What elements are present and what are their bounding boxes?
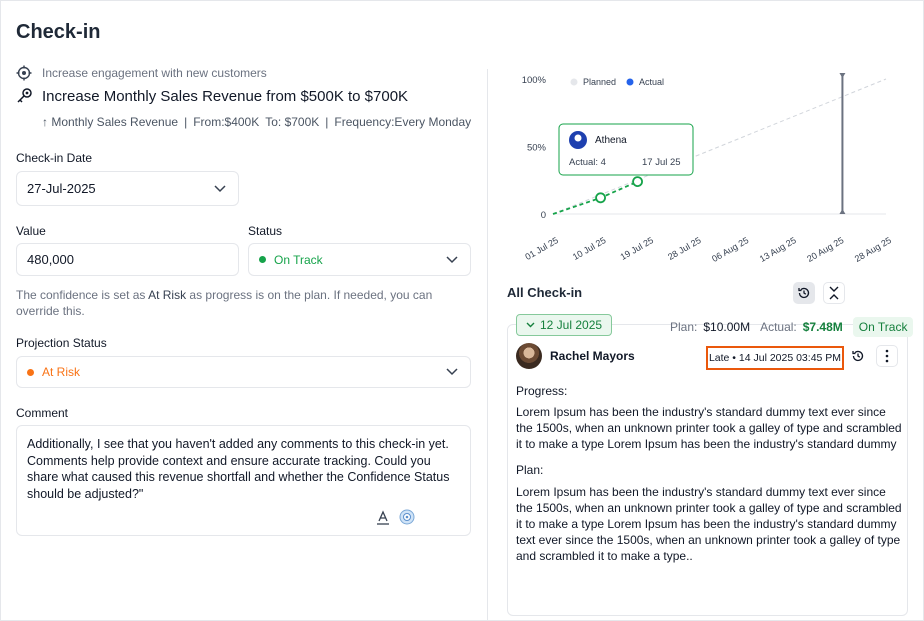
x-tick-label: 28 Jul 25 xyxy=(666,235,703,262)
x-tick-label: 13 Aug 25 xyxy=(758,235,798,264)
x-tick-label: 20 Aug 25 xyxy=(805,235,845,264)
progress-text: Lorem Ipsum has been the industry's stan… xyxy=(516,405,902,451)
objective-text: Increase engagement with new customers xyxy=(42,66,267,80)
chevron-down-icon xyxy=(526,322,535,328)
projection-value: At Risk xyxy=(42,365,81,379)
progress-heading: Progress: xyxy=(516,384,568,398)
collapse-button[interactable] xyxy=(823,282,845,304)
status-value: On Track xyxy=(274,252,323,267)
checkin-author: Rachel Mayors xyxy=(516,343,635,369)
key-result-row: Increase Monthly Sales Revenue from $500… xyxy=(16,87,408,105)
confidence-note: The confidence is set as At Risk as prog… xyxy=(16,288,433,318)
x-tick-label: 06 Aug 25 xyxy=(710,235,750,264)
plan-heading: Plan: xyxy=(516,463,544,477)
objective-row: Increase engagement with new customers xyxy=(16,65,267,81)
comment-label: Comment xyxy=(16,406,69,420)
marker-top-icon xyxy=(839,73,846,78)
actual-value: $7.48M xyxy=(802,320,843,334)
tooltip-value: Actual: 4 xyxy=(569,157,606,168)
comment-text: Additionally, I see that you haven't add… xyxy=(27,437,450,501)
status-badge: On Track xyxy=(852,317,914,337)
key-result-icon xyxy=(17,88,32,103)
checkin-date-chip[interactable]: 12 Jul 2025 xyxy=(516,314,613,336)
page-title: Check-in xyxy=(16,21,101,43)
value-input[interactable]: 480,000 xyxy=(16,243,239,276)
value-label: Value xyxy=(16,224,46,238)
author-name: Rachel Mayors xyxy=(550,349,635,363)
legend-planned-label: Planned xyxy=(583,77,616,87)
plan-actual-summary: Plan: $10.00M Actual: $7.48M On Track xyxy=(670,317,914,337)
projection-select[interactable]: At Risk xyxy=(16,356,471,388)
frequency-value: Frequency:Every Monday xyxy=(334,115,472,129)
marker-bottom-icon xyxy=(839,209,846,214)
tooltip-date: 17 Jul 25 xyxy=(642,157,681,168)
tooltip-avatar-face xyxy=(574,134,582,142)
key-result-title: Increase Monthly Sales Revenue from $500… xyxy=(42,87,409,105)
more-vertical-icon xyxy=(885,349,889,363)
late-badge: Late • 14 Jul 2025 03:45 PM xyxy=(706,346,844,370)
projection-dot xyxy=(27,368,34,376)
checkin-history-button[interactable] xyxy=(847,345,869,367)
chevron-down-icon xyxy=(446,368,458,376)
plan-value: $10.00M xyxy=(703,320,751,334)
chevron-down-icon xyxy=(214,184,226,192)
key-result-meta: ↑ Monthly Sales Revenue | From:$400K To:… xyxy=(42,115,472,129)
tooltip-name: Athena xyxy=(595,135,627,146)
x-tick-label: 28 Aug 25 xyxy=(853,235,893,264)
from-value: From:$400K xyxy=(193,115,260,129)
comment-textarea[interactable]: Additionally, I see that you haven't add… xyxy=(16,425,471,536)
history-icon xyxy=(852,350,864,362)
more-options-button[interactable] xyxy=(876,345,898,367)
x-tick-label: 10 Jul 25 xyxy=(571,235,608,262)
progress-chart: 100% 50% 0 01 Jul 25 10 Jul 25 19 Jul 25 28 Ju… xyxy=(522,73,893,264)
date-value: 27-Jul-2025 xyxy=(27,181,96,196)
status-select[interactable]: On Track xyxy=(248,243,471,276)
x-tick-label: 19 Jul 25 xyxy=(619,235,656,262)
date-select[interactable]: 27-Jul-2025 xyxy=(16,171,239,206)
history-button[interactable] xyxy=(793,282,815,304)
legend-planned-swatch xyxy=(570,78,578,86)
text-format-icon[interactable] xyxy=(375,509,391,525)
y-tick-label: 0 xyxy=(541,210,546,221)
actual-data-point xyxy=(632,176,643,187)
to-value: To: $700K xyxy=(265,115,320,129)
projection-label: Projection Status xyxy=(16,336,107,350)
plan-text: Lorem Ipsum has been the industry's stan… xyxy=(516,485,902,563)
ai-assist-icon[interactable] xyxy=(399,509,415,525)
actual-data-point xyxy=(595,192,606,204)
date-label: Check-in Date xyxy=(16,151,93,165)
y-tick-label: 50% xyxy=(527,143,547,154)
status-label: Status xyxy=(248,224,283,238)
legend-actual-label: Actual xyxy=(639,77,664,87)
history-icon xyxy=(798,287,810,299)
metric-name: ↑ Monthly Sales Revenue xyxy=(42,115,179,129)
value-text: 480,000 xyxy=(27,252,74,267)
y-tick-label: 100% xyxy=(522,75,547,86)
collapse-icon xyxy=(829,286,839,300)
column-divider xyxy=(487,69,488,621)
avatar xyxy=(516,343,542,369)
legend-actual-swatch xyxy=(626,78,634,86)
target-icon xyxy=(16,65,32,81)
x-tick-label: 01 Jul 25 xyxy=(523,235,560,262)
chevron-down-icon xyxy=(446,255,458,263)
status-dot xyxy=(259,256,266,263)
all-checkin-title: All Check-in xyxy=(507,285,583,300)
